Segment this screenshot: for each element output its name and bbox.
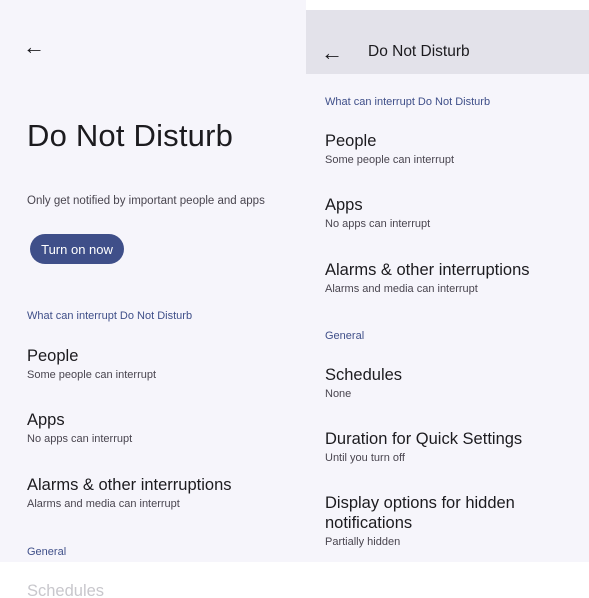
list-item-subtitle: None	[325, 388, 352, 400]
list-item-subtitle: Some people can interrupt	[325, 154, 455, 166]
list-item-title: People	[27, 347, 79, 365]
list-item-apps[interactable]: Apps No apps can interrupt	[325, 195, 430, 231]
list-item-title: Alarms & other interruptions	[27, 476, 232, 494]
list-item-subtitle: Alarms and media can interrupt	[27, 498, 180, 510]
turn-on-now-button[interactable]: Turn on now	[30, 234, 124, 264]
back-arrow-icon[interactable]: ←	[23, 36, 45, 58]
list-item-alarms[interactable]: Alarms & other interruptions Alarms and …	[27, 475, 232, 511]
list-item-duration[interactable]: Duration for Quick Settings Until you tu…	[325, 429, 522, 465]
list-item-subtitle: No apps can interrupt	[27, 433, 133, 445]
page-description: Only get notified by important people an…	[27, 195, 265, 207]
section-header-general: General	[27, 546, 67, 558]
empty-space	[306, 562, 589, 598]
list-item-title: Duration for Quick Settings	[325, 430, 523, 448]
list-item-subtitle: Until you turn off	[325, 452, 405, 464]
section-header-interrupt: What can interrupt Do Not Disturb	[325, 96, 491, 108]
list-item-title: Schedules	[325, 366, 403, 384]
list-item-people[interactable]: People Some people can interrupt	[27, 346, 156, 382]
page-title: Do Not Disturb	[27, 118, 234, 153]
app-bar: ←	[0, 0, 306, 90]
app-bar-title: Do Not Disturb	[368, 43, 470, 60]
list-item-alarms[interactable]: Alarms & other interruptions Alarms and …	[325, 260, 530, 296]
back-arrow-icon[interactable]: ←	[321, 42, 343, 64]
list-item-subtitle: Some people can interrupt	[27, 369, 157, 381]
list-item-schedules-faded[interactable]: Schedules	[27, 582, 104, 598]
right-screen: ← Do Not Disturb What can interrupt Do N…	[306, 10, 589, 562]
list-item-subtitle: Alarms and media can interrupt	[325, 283, 478, 295]
section-header-general: General	[325, 330, 365, 342]
left-screen: ← Do Not Disturb Only get notified by im…	[0, 0, 306, 598]
list-item-subtitle: No apps can interrupt	[325, 218, 431, 230]
list-item-title: Apps	[27, 411, 65, 429]
list-item-title: Apps	[325, 196, 363, 214]
list-item-title: People	[325, 132, 377, 150]
list-item-title: Display options for hidden notifications	[325, 494, 515, 532]
list-item-display-options[interactable]: Display options for hidden notifications…	[325, 493, 555, 549]
app-bar: ← Do Not Disturb	[306, 10, 589, 74]
list-item-apps[interactable]: Apps No apps can interrupt	[27, 410, 132, 446]
list-item-people[interactable]: People Some people can interrupt	[325, 131, 454, 167]
section-header-interrupt: What can interrupt Do Not Disturb	[27, 310, 193, 322]
list-item-subtitle: Partially hidden	[325, 536, 401, 548]
list-item-title: Alarms & other interruptions	[325, 261, 530, 279]
list-item-schedules[interactable]: Schedules None	[325, 365, 402, 401]
